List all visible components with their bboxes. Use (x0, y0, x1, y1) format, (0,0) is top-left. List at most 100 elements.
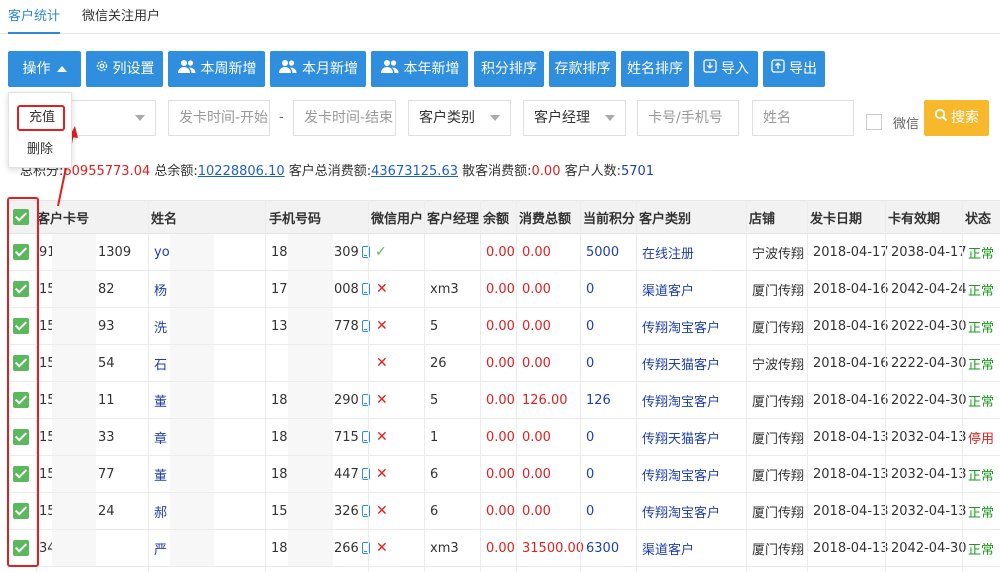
row-checkbox[interactable] (13, 493, 33, 529)
customer-type-cell: 传翔淘宝客户 (642, 505, 721, 521)
customer-type-cell: 渠道客户 (642, 283, 695, 299)
customer-name-link[interactable]: 石 (154, 345, 167, 381)
row-checkbox[interactable] (13, 234, 33, 270)
search-button[interactable]: 搜索 (924, 100, 989, 136)
total-balance-link[interactable]: 10228806.10 (198, 164, 285, 179)
customer-type-cell: 渠道客户 (642, 542, 695, 558)
row-checkbox[interactable] (13, 308, 33, 344)
total-points-value: 60955773.04 (63, 164, 151, 179)
shop-cell: 厦门传翔 (752, 320, 805, 336)
manager-cell: 1 (430, 429, 439, 445)
export-button[interactable]: 导出 (763, 51, 825, 87)
table-row[interactable]: 15 93 洗 13 778 ✕ 5 0.00 0.00 0 传翔淘宝客户 厦门传翔 2018-04-1… (8, 308, 1000, 345)
year-new-button[interactable]: 本年新增 (371, 51, 468, 87)
balance-cell: 0.00 (486, 355, 515, 371)
redacted-name-segment (170, 419, 214, 455)
table-row[interactable]: 15 24 郝 15 326 ✕ 6 0.00 0.00 0 传翔淘宝客户 厦门传翔 2018-04-1… (8, 493, 1000, 530)
points-sort-button[interactable]: 积分排序 (474, 51, 544, 87)
header-expire-date: 卡有效期 (888, 211, 941, 227)
shop-cell: 宁波传翔 (752, 357, 805, 373)
header-shop: 店铺 (749, 211, 776, 227)
phone-prefix: 17 (271, 281, 288, 297)
status-cell: 停用 (968, 431, 995, 447)
walkin-spend-value: 0.00 (531, 164, 561, 179)
status-cell: 正常 (968, 468, 995, 484)
name-sort-button[interactable]: 姓名排序 (621, 51, 689, 87)
manager-cell: 6 (430, 503, 439, 519)
header-status: 状态 (965, 211, 992, 227)
phone-suffix-text: 266 (334, 540, 359, 556)
phone-suffix: 715 (334, 419, 370, 455)
row-checkbox[interactable] (13, 345, 33, 381)
menu-item-delete[interactable]: 删除 (9, 135, 73, 165)
manager-label: 客户经理 (534, 110, 590, 126)
table-row[interactable]: 15 77 董 18 447 ✕ 6 0.00 0.00 0 传翔淘宝客户 厦门传翔 2018-04-1… (8, 456, 1000, 493)
name-input[interactable]: 姓名 (752, 100, 854, 136)
shop-cell: 厦门传翔 (752, 431, 805, 447)
summary-line: 总积分:60955773.04 总余额:10228806.10 客户总消费额:4… (20, 160, 654, 179)
wechat-checkbox[interactable] (866, 114, 882, 130)
row-checkbox[interactable] (13, 456, 33, 492)
import-button[interactable]: 导入 (694, 51, 758, 87)
checkbox-checked-icon (13, 355, 29, 371)
redacted-card-segment (52, 493, 96, 529)
header-wechat: 微信用户 (371, 211, 424, 227)
customer-name-link[interactable]: 董 (154, 456, 167, 492)
row-checkbox[interactable] (13, 271, 33, 307)
select-all-checkbox[interactable] (13, 201, 33, 233)
shop-cell: 厦门传翔 (752, 283, 805, 299)
customer-name-link[interactable]: 章 (154, 419, 167, 455)
redacted-phone-segment (288, 419, 333, 455)
checkbox-checked-icon (13, 540, 29, 556)
customer-name-link[interactable]: 董 (154, 382, 167, 418)
row-checkbox[interactable] (13, 382, 33, 418)
manager-select[interactable]: 客户经理 (523, 100, 626, 136)
phone-suffix: 447 (334, 456, 370, 492)
row-checkbox[interactable] (13, 530, 33, 566)
customer-name-link[interactable]: 严 (154, 530, 167, 566)
card-phone-input[interactable]: 卡号/手机号 (637, 100, 739, 136)
expire-date-cell: 2042-04-30 (891, 540, 967, 556)
deposit-sort-button[interactable]: 存款排序 (549, 51, 616, 87)
toolbar: 操作 列设置 本周新增 本月新增 本年新增 积分排序 存款排序 姓名排序 导入 … (0, 51, 1000, 87)
customer-name-link[interactable]: 洗 (154, 308, 167, 344)
checkbox-checked-icon (13, 466, 29, 482)
filter-select-partial[interactable] (64, 100, 156, 136)
chevron-down-icon (490, 115, 500, 121)
customer-name-link[interactable]: 郝 (154, 493, 167, 529)
customer-type-cell: 传翔淘宝客户 (642, 468, 721, 484)
customer-name-link[interactable]: 杨 (154, 271, 167, 307)
row-checkbox[interactable] (13, 419, 33, 455)
phone-prefix: 18 (271, 540, 288, 556)
column-settings-button[interactable]: 列设置 (86, 51, 163, 87)
spend-cell: 0.00 (522, 429, 551, 445)
menu-item-recharge[interactable]: 充值 (17, 105, 65, 131)
table-row[interactable]: 15 33 章 18 715 ✕ 1 0.00 0.00 0 传翔天猫客户 厦门传翔 2018-04-1… (8, 419, 1000, 456)
card-start-input[interactable]: 发卡时间-开始 (168, 100, 270, 136)
tab-customer-stats[interactable]: 客户统计 (8, 0, 61, 34)
manager-cell: xm3 (430, 281, 459, 297)
phone-suffix-text: 447 (334, 466, 359, 482)
table-row[interactable]: 34 严 18 266 ✕ xm3 0.00 31500.00 6300 渠道客户 厦门传翔 2018… (8, 530, 1000, 567)
wechat-no-icon: ✕ (376, 392, 388, 408)
card-end-input[interactable]: 发卡时间-结束 (293, 100, 396, 136)
customer-name-link[interactable]: yo (154, 234, 170, 270)
walkin-spend-label: 散客消费额: (462, 164, 532, 179)
phone-prefix: 18 (271, 392, 288, 408)
phone-suffix-text: 778 (334, 318, 359, 334)
points-cell: 0 (586, 503, 595, 519)
customer-type-select[interactable]: 客户类别 (408, 100, 511, 136)
table-row[interactable]: 15 11 董 18 290 ✕ 5 0.00 126.00 126 传翔淘宝客户 厦门传翔 2018-… (8, 382, 1000, 419)
operate-button[interactable]: 操作 (8, 51, 81, 87)
table-row[interactable]: 91 1309 yo 18 309 ✓ 0.00 0.00 5000 在线注册 宁波传翔 2018-0… (8, 234, 1000, 271)
table-row[interactable]: 15 54 石 ✕ 26 0.00 0.00 0 传翔天猫客户 宁波传翔 2018-04-16 222… (8, 345, 1000, 382)
table-row[interactable]: 15 82 杨 17 008 ✕ xm3 0.00 0.00 0 渠道客户 厦门传翔 2018-04-1… (8, 271, 1000, 308)
date-range-dash: - (279, 110, 284, 125)
total-spend-link[interactable]: 43673125.63 (371, 164, 458, 179)
wechat-no-icon: ✕ (376, 355, 388, 371)
week-new-button[interactable]: 本周新增 (168, 51, 265, 87)
month-new-button[interactable]: 本月新增 (270, 51, 366, 87)
redacted-phone-segment (288, 345, 333, 381)
tab-wechat-users[interactable]: 微信关注用户 (82, 0, 160, 34)
manager-cell: 26 (430, 355, 447, 371)
